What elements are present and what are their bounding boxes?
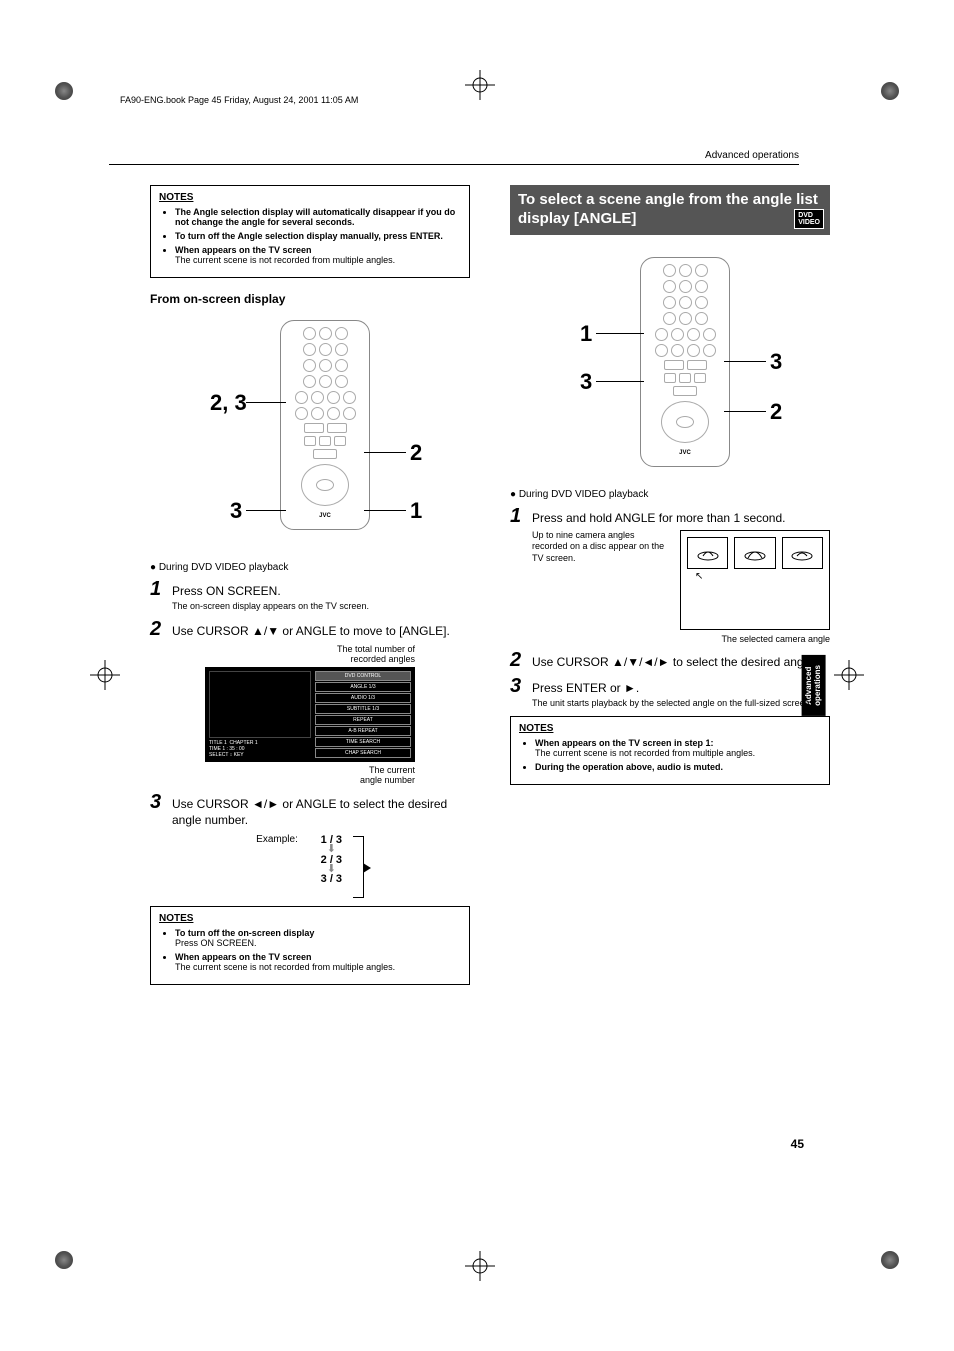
step-number: 1: [150, 579, 166, 599]
notes-title: NOTES: [519, 723, 821, 734]
note-item: To turn off the Angle selection display …: [175, 231, 461, 241]
angle-thumbnail: [734, 537, 775, 569]
callout-1: 1: [410, 498, 422, 524]
step-number: 3: [150, 792, 166, 828]
page-number: 45: [791, 1137, 804, 1151]
step-body: Up to nine camera angles recorded on a d…: [532, 530, 670, 644]
step-number: 1: [510, 506, 526, 526]
note-item: When appears on the TV screenThe current…: [175, 952, 461, 972]
registration-dot: [881, 1251, 899, 1269]
callout-2-3: 2, 3: [210, 390, 247, 416]
note-item: The Angle selection display will automat…: [175, 207, 461, 227]
callout-2: 2: [770, 399, 782, 425]
example-label: Example:: [256, 834, 298, 845]
step-text: Press and hold ANGLE for more than 1 sec…: [532, 506, 785, 526]
step-number: 2: [150, 619, 166, 639]
down-arrow-icon: ⬇: [321, 846, 342, 854]
remote-illustration: JVC: [280, 320, 370, 530]
registration-dot: [881, 82, 899, 100]
step-1: 1 Press and hold ANGLE for more than 1 s…: [510, 506, 830, 526]
left-column: NOTES The Angle selection display will a…: [150, 185, 470, 999]
notes-box-2: NOTES To turn off the on-screen displayP…: [150, 906, 470, 985]
registration-mark: [465, 70, 495, 100]
step-text: Press ENTER or ►.: [532, 676, 639, 696]
registration-mark: [465, 1251, 495, 1281]
section-heading: To select a scene angle from the angle l…: [510, 185, 830, 235]
osd-diagram: The total number of recorded angles TITL…: [205, 645, 415, 786]
callout-2: 2: [410, 440, 422, 466]
angle-tv-label: The selected camera angle: [680, 634, 830, 644]
remote-diagram: JVC 1 3 3 2: [510, 249, 830, 479]
subheading-from-onscreen: From on-screen display: [150, 292, 470, 306]
note-item: To turn off the on-screen displayPress O…: [175, 928, 461, 948]
example-block: Example: 1 / 3 ⬇ 2 / 3 ⬇ 3 / 3: [150, 834, 470, 896]
osd-label-top: The total number of recorded angles: [205, 645, 415, 665]
step-text: Use CURSOR ▲/▼/◄/► to select the desired…: [532, 650, 816, 670]
right-column: To select a scene angle from the angle l…: [510, 185, 830, 999]
osd-label-bottom: The current angle number: [205, 766, 415, 786]
registration-mark: [90, 660, 120, 690]
step-number: 2: [510, 650, 526, 670]
step-text: Use CURSOR ◄/► or ANGLE to select the de…: [172, 792, 470, 828]
example-value: 3 / 3: [321, 873, 342, 885]
callout-3: 3: [230, 498, 242, 524]
step-body: The unit starts playback by the selected…: [532, 698, 830, 710]
callout-3-right: 3: [770, 349, 782, 375]
note-item: During the operation above, audio is mut…: [535, 762, 821, 772]
notes-box-1: NOTES The Angle selection display will a…: [150, 185, 470, 278]
registration-dot: [55, 1251, 73, 1269]
angle-thumbnail: [687, 537, 728, 569]
osd-screen: TITLE 1 CHAPTER 1 TIME 1 : 35 : 00 SELEC…: [205, 667, 415, 762]
context-line: During DVD VIDEO playback: [510, 489, 830, 500]
section-heading-text: To select a scene angle from the angle l…: [518, 191, 818, 227]
step-text: Press ON SCREEN.: [172, 579, 281, 599]
angle-thumbnail: [782, 537, 823, 569]
page: FA90-ENG.book Page 45 Friday, August 24,…: [0, 0, 954, 1351]
book-header-line: FA90-ENG.book Page 45 Friday, August 24,…: [120, 95, 358, 105]
registration-dot: [55, 82, 73, 100]
step-1: 1 Press ON SCREEN.: [150, 579, 470, 599]
remote-diagram: JVC 2, 3 3 2 1: [150, 312, 470, 552]
down-arrow-icon: ⬇: [321, 866, 342, 874]
content-columns: NOTES The Angle selection display will a…: [150, 185, 840, 999]
step-3: 3 Use CURSOR ◄/► or ANGLE to select the …: [150, 792, 470, 828]
notes-title: NOTES: [159, 192, 461, 203]
notes-title: NOTES: [159, 913, 461, 924]
angle-list-tv-diagram: ↖: [680, 530, 830, 630]
step-3: 3 Press ENTER or ►.: [510, 676, 830, 696]
step-2: 2 Use CURSOR ▲/▼/◄/► to select the desir…: [510, 650, 830, 670]
step-body: The on-screen display appears on the TV …: [172, 601, 470, 613]
dvd-video-badge-icon: DVD VIDEO: [794, 209, 824, 229]
note-item: When appears on the TV screenThe current…: [175, 245, 461, 265]
running-head: Advanced operations: [705, 150, 799, 161]
loop-bracket-icon: [353, 836, 364, 898]
step-2: 2 Use CURSOR ▲/▼ or ANGLE to move to [AN…: [150, 619, 470, 639]
note-item: When appears on the TV screen in step 1:…: [535, 738, 821, 758]
remote-illustration: JVC: [640, 257, 730, 467]
callout-3-left: 3: [580, 369, 592, 395]
cursor-icon: ↖: [695, 571, 703, 582]
context-line: During DVD VIDEO playback: [150, 562, 470, 573]
step-text: Use CURSOR ▲/▼ or ANGLE to move to [ANGL…: [172, 619, 450, 639]
notes-box-right: NOTES When appears on the TV screen in s…: [510, 716, 830, 785]
step-number: 3: [510, 676, 526, 696]
callout-1: 1: [580, 321, 592, 347]
